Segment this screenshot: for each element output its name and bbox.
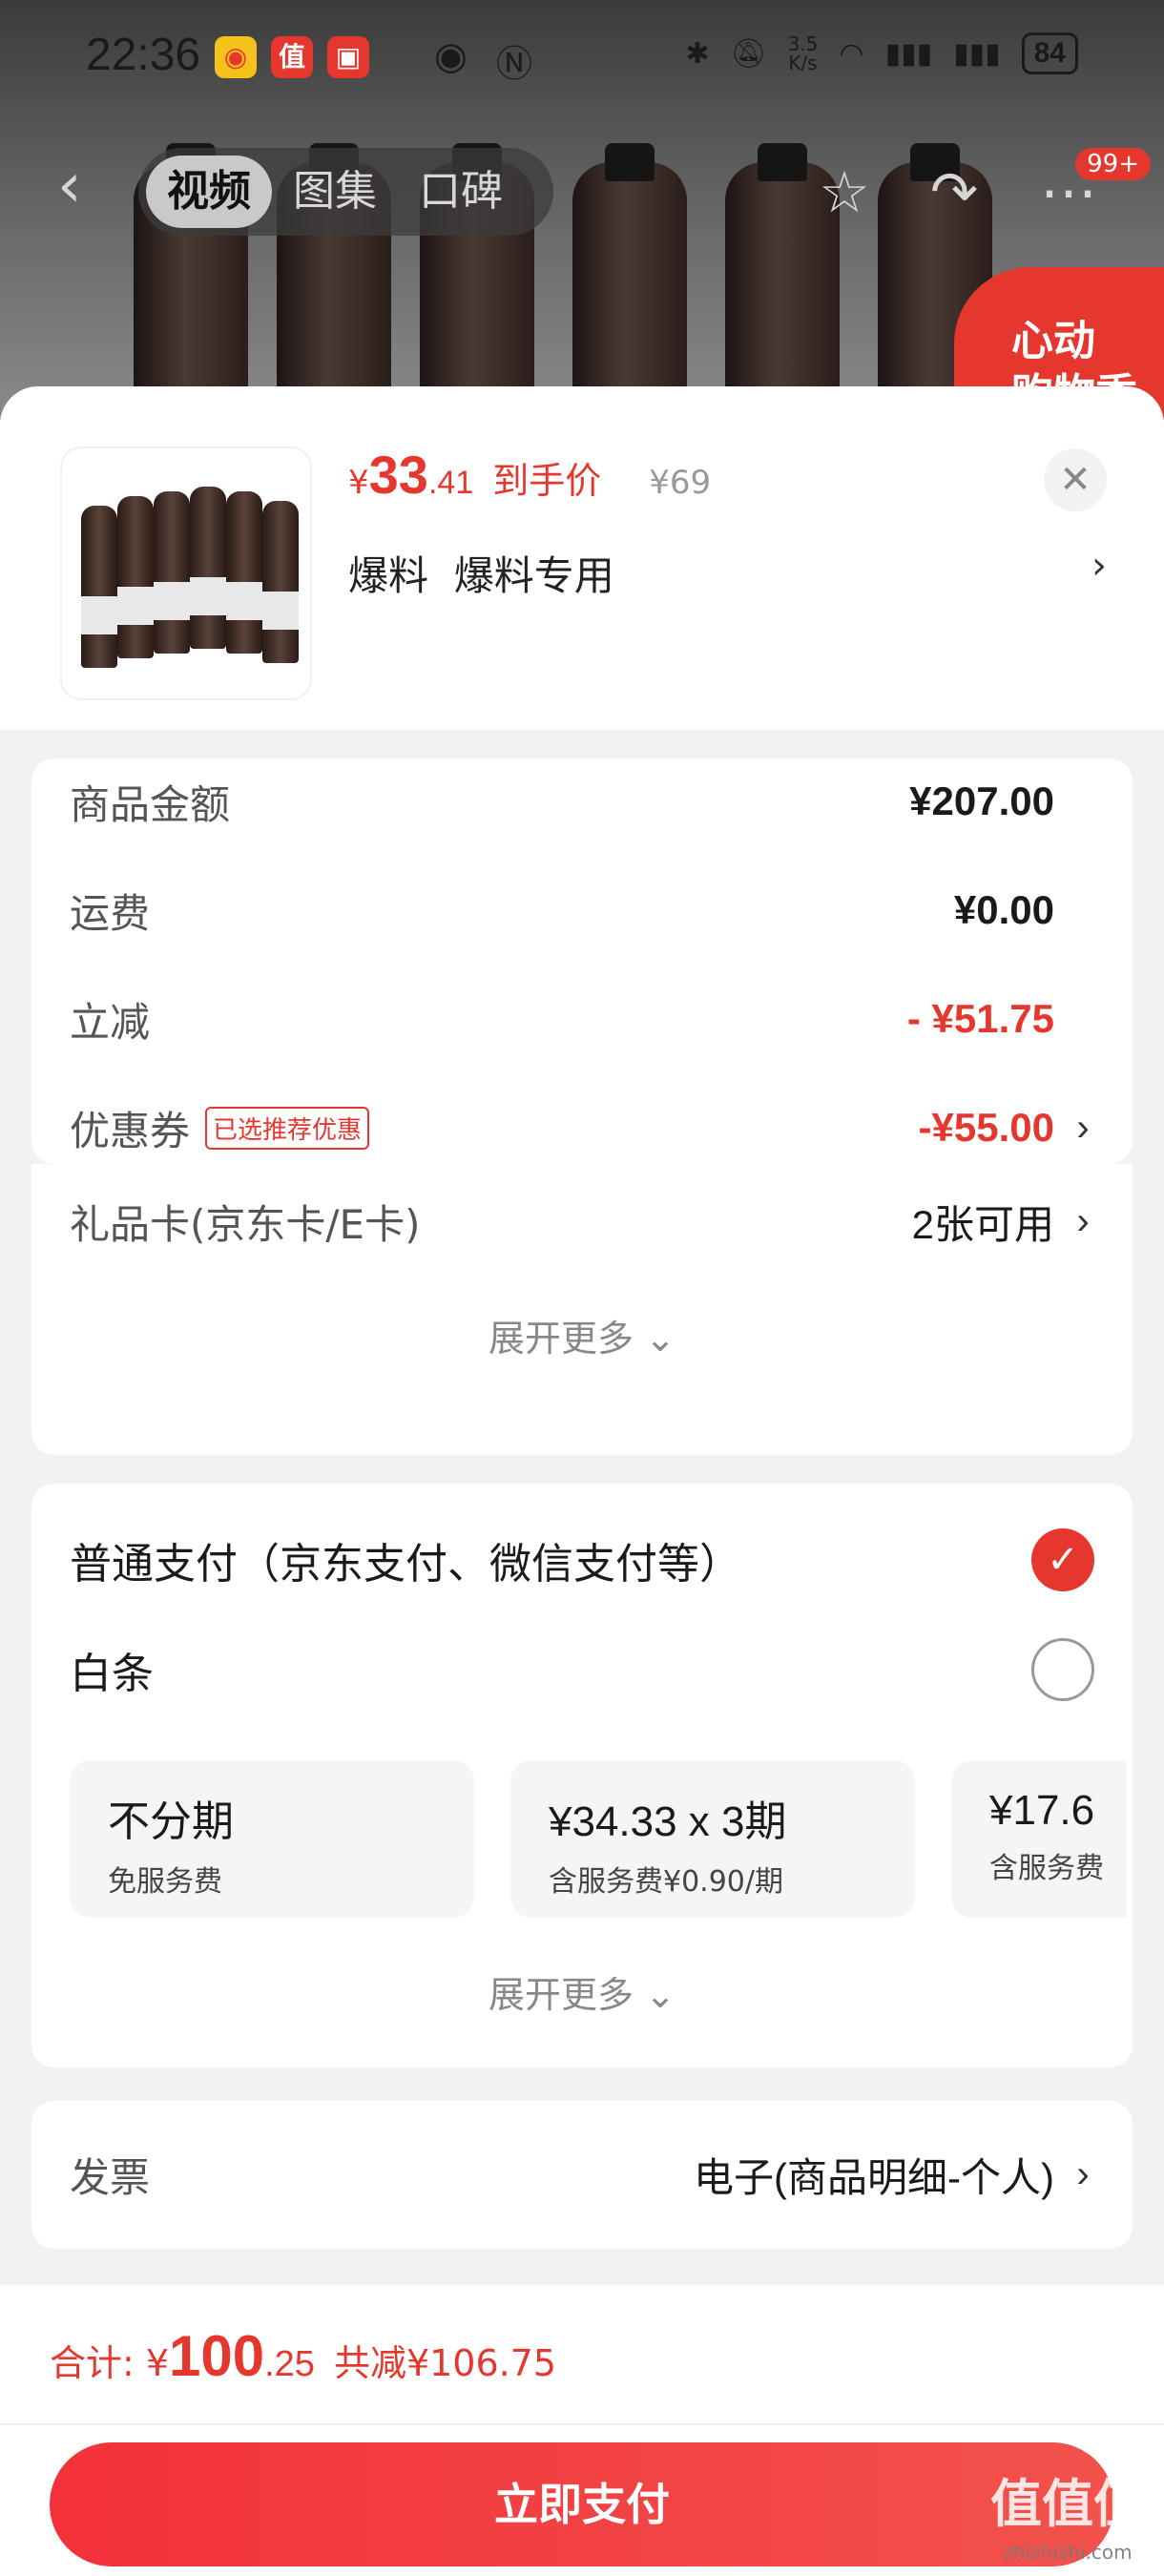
close-icon[interactable]: ✕: [1044, 448, 1107, 511]
media-tabs: 视频 图集 口碑: [138, 148, 553, 236]
amount-card: 商品金额 ¥207.00 运费 ¥0.00 立减 - ¥51.75 优惠券 已选…: [31, 758, 1133, 1164]
final-price: ¥ 33 .41 到手价 ¥69: [348, 444, 711, 506]
total-savings: 共减¥106.75: [333, 2342, 557, 2384]
share-icon[interactable]: ↷: [921, 159, 987, 226]
plan-subtitle: 含服务费¥0.90/期: [549, 1865, 783, 1899]
chevron-right-icon: ›: [1076, 2152, 1090, 2195]
signal-icon: ▮▮▮: [884, 36, 933, 71]
checkmark-icon[interactable]: ✓: [1031, 1528, 1094, 1591]
row-label: 运费: [70, 889, 151, 937]
row-label: 优惠券: [70, 1107, 191, 1154]
row-value: ¥207.00: [909, 779, 1054, 823]
plan-card[interactable]: 不分期 免服务费: [70, 1760, 474, 1918]
jd-icon: ▣: [327, 36, 369, 78]
installment-plans: 不分期 免服务费 ¥34.33 x 3期 含服务费¥0.90/期 ¥17.6 含…: [70, 1760, 1127, 1918]
pay-now-button[interactable]: 立即支付: [50, 2442, 1114, 2566]
bluetooth-icon: ✱: [685, 36, 710, 71]
plan-card[interactable]: ¥34.33 x 3期 含服务费¥0.90/期: [510, 1760, 915, 1918]
plan-card[interactable]: ¥17.6 含服务费: [951, 1760, 1127, 1918]
plan-subtitle: 免服务费: [108, 1865, 222, 1899]
checkout-sheet: ¥ 33 .41 到手价 ¥69 ✕ 爆料 爆料专用 › 商品金额 ¥207.0…: [0, 386, 1164, 2576]
payment-label: 普通支付（京东支付、微信支付等）: [70, 1540, 741, 1589]
row-instant-discount: 立减 - ¥51.75: [70, 986, 1094, 1052]
expand-label: 展开更多: [488, 1318, 634, 1360]
invoice-card[interactable]: 发票 电子(商品明细-个人) ›: [31, 2101, 1133, 2249]
price-decimal: .41: [427, 465, 474, 501]
wifi-icon: ◠: [839, 36, 864, 71]
row-coupon[interactable]: 优惠券 已选推荐优惠 -¥55.00 ›: [70, 1094, 1094, 1161]
mute-icon: 🔕︎: [730, 36, 767, 71]
product-spec[interactable]: 爆料 爆料专用: [348, 544, 614, 602]
back-icon[interactable]: ‹: [57, 156, 111, 217]
star-icon[interactable]: ☆: [811, 159, 878, 226]
price-label: 到手价: [492, 460, 602, 502]
message-badge: 99+: [1075, 148, 1151, 180]
product-thumbnail: [62, 448, 310, 698]
coupon-badge: 已选推荐优惠: [205, 1106, 370, 1150]
row-gift-card[interactable]: 礼品卡(京东卡/E卡) 2张可用 ›: [70, 1188, 1094, 1255]
row-value: 2张可用: [911, 1201, 1054, 1247]
tab-gallery[interactable]: 图集: [272, 156, 398, 228]
row-goods-amount: 商品金额 ¥207.00: [70, 768, 1094, 835]
nfc-icon: Ⓝ: [496, 43, 533, 85]
plan-title: ¥34.33 x 3期: [549, 1798, 787, 1845]
expand-more-button[interactable]: 展开更多 ⌄: [31, 1309, 1133, 1361]
payment-label: 白条: [70, 1650, 154, 1698]
total-integer: 100: [169, 2324, 265, 2388]
product-navbar: ‹ 视频 图集 口碑 ☆ ↷ ⋯ 99+: [0, 138, 1164, 243]
chevron-right-icon[interactable]: ›: [1091, 544, 1107, 588]
watermark-text: 值值值: [990, 2474, 1145, 2534]
expand-more-button[interactable]: 展开更多 ⌄: [31, 1965, 1133, 2018]
divider: [0, 2423, 1164, 2425]
network-speed: 3.5 K/s: [787, 32, 819, 74]
tab-video[interactable]: 视频: [146, 156, 272, 228]
eye-icon: ◉: [434, 34, 468, 78]
payment-card: 普通支付（京东支付、微信支付等） ✓ 白条 不分期 免服务费 ¥34.33 x …: [31, 1484, 1133, 2067]
chevron-down-icon: ⌄: [645, 1318, 676, 1360]
product-summary: ¥ 33 .41 到手价 ¥69 ✕ 爆料 爆料专用 ›: [0, 386, 1164, 730]
chevron-right-icon: ›: [1076, 1199, 1090, 1242]
plan-title: 不分期: [108, 1798, 234, 1845]
total-amount: 合计: ¥ 100 .25 共减¥106.75: [50, 2323, 556, 2389]
total-label: 合计:: [50, 2342, 135, 2384]
row-label: 礼品卡(京东卡/E卡): [70, 1200, 421, 1248]
signal-icon: ▮▮▮: [953, 36, 1001, 71]
battery-indicator: 84: [1021, 32, 1078, 74]
expand-label: 展开更多: [488, 1974, 634, 2016]
invoice-value: 电子(商品明细-个人): [694, 2154, 1054, 2200]
amount-card-lower: 礼品卡(京东卡/E卡) 2张可用 › 展开更多 ⌄: [31, 1164, 1133, 1455]
row-label: 立减: [70, 998, 151, 1046]
status-time: 22:36: [86, 30, 201, 80]
plan-subtitle: 含服务费: [989, 1852, 1104, 1885]
chevron-right-icon: ›: [1076, 1106, 1090, 1149]
total-decimal: .25: [264, 2344, 315, 2384]
invoice-label: 发票: [70, 2153, 151, 2201]
chevron-down-icon: ⌄: [645, 1974, 676, 2016]
plan-title: ¥17.6: [989, 1787, 1095, 1834]
watermark-url: zhizhizhi.com: [1003, 2541, 1133, 2564]
price-currency: ¥: [348, 464, 369, 502]
radio-button[interactable]: [1031, 1638, 1094, 1701]
row-value: ¥0.00: [953, 887, 1054, 932]
payment-option-baitiao[interactable]: 白条: [70, 1631, 1094, 1708]
row-value: -¥55.00: [918, 1105, 1054, 1150]
row-shipping: 运费 ¥0.00: [70, 877, 1094, 944]
price-integer: 33: [368, 445, 428, 505]
watermark-logo: 值值值 zhizhizhi.com: [990, 2479, 1145, 2576]
row-invoice[interactable]: 发票 电子(商品明细-个人) ›: [70, 2141, 1094, 2208]
smzdm-icon: 值: [271, 36, 313, 78]
row-value: - ¥51.75: [906, 996, 1054, 1041]
status-bar: 22:36 ◉ 值 ▣ ◉ Ⓝ ✱ 🔕︎ 3.5 K/s ◠ ▮▮▮ ▮▮▮ 8…: [0, 0, 1164, 114]
row-label: 商品金额: [70, 780, 231, 828]
total-currency: ¥: [145, 2342, 169, 2384]
checkout-footer: 合计: ¥ 100 .25 共减¥106.75 立即支付: [0, 2285, 1164, 2576]
tab-reviews[interactable]: 口碑: [398, 156, 524, 228]
original-price: ¥69: [649, 464, 712, 502]
payment-option-standard[interactable]: 普通支付（京东支付、微信支付等） ✓: [70, 1522, 1094, 1598]
weibo-icon: ◉: [215, 36, 257, 78]
